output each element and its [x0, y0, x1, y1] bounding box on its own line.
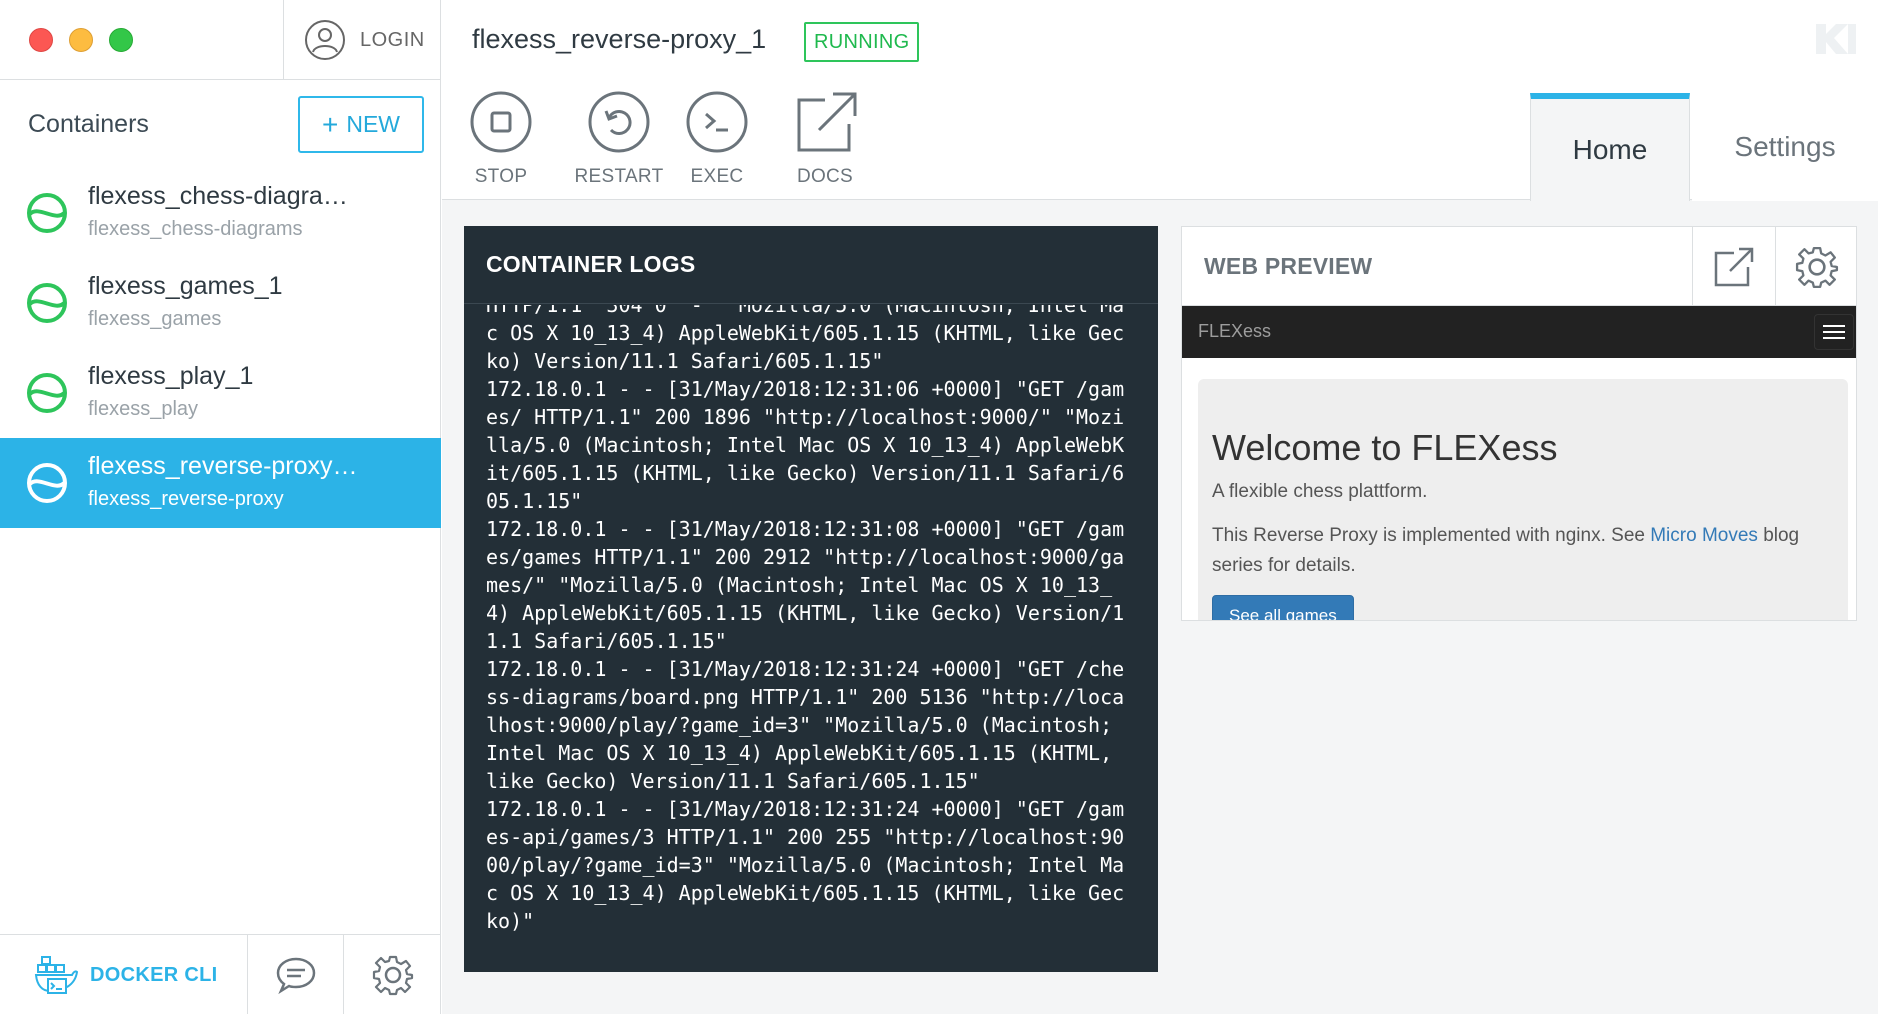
- containers-header: Containers + NEW: [0, 80, 441, 168]
- new-label: NEW: [346, 111, 401, 137]
- open-in-browser-button[interactable]: [1692, 227, 1775, 306]
- chat-bubble-icon: [276, 957, 315, 995]
- plus-icon: +: [321, 108, 339, 140]
- site-paragraph-text: This Reverse Proxy is implemented with n…: [1212, 525, 1651, 546]
- preview-settings-button[interactable]: [1775, 227, 1856, 306]
- login-button[interactable]: LOGIN: [283, 0, 441, 80]
- window-minimize-button[interactable]: [69, 28, 93, 52]
- status-badge: RUNNING: [804, 22, 920, 62]
- container-item[interactable]: flexess_games_1 flexess_games: [0, 258, 441, 348]
- tab-settings[interactable]: Settings: [1692, 93, 1878, 201]
- container-image: flexess_reverse-proxy: [88, 488, 284, 510]
- logs-title: CONTAINER LOGS: [464, 226, 1158, 304]
- running-container-icon: [27, 373, 67, 413]
- container-item[interactable]: flexess_play_1 flexess_play: [0, 348, 441, 438]
- web-preview-header: WEB PREVIEW: [1182, 227, 1856, 306]
- stop-button[interactable]: STOP: [456, 90, 546, 188]
- gear-icon: [372, 955, 413, 996]
- user-icon: [305, 20, 345, 60]
- main-area: flexess_reverse-proxy_1 RUNNING STOP RES…: [442, 0, 1878, 1014]
- micro-moves-link[interactable]: Micro Moves: [1650, 525, 1758, 546]
- container-image: flexess_play: [88, 398, 199, 420]
- docs-button[interactable]: DOCS: [780, 90, 870, 188]
- docker-cli-button[interactable]: DOCKER CLI: [0, 935, 248, 1014]
- site-heading: Welcome to FLEXess: [1212, 427, 1558, 468]
- exec-button[interactable]: EXEC: [672, 90, 762, 188]
- sidebar: LOGIN Containers + NEW flexess_chess-dia…: [0, 0, 441, 1014]
- preferences-button[interactable]: [344, 935, 441, 1014]
- running-container-icon: [27, 463, 67, 503]
- kitematic-logo-icon: [1816, 24, 1856, 54]
- container-image: flexess_chess-diagrams: [88, 218, 303, 240]
- stop-label: STOP: [474, 166, 528, 187]
- container-name: flexess_chess-diagra…: [88, 182, 348, 210]
- logs-scroll-area[interactable]: HTTP/1.1" 304 0 "-" "Mozilla/5.0 (Macint…: [464, 305, 1158, 972]
- stop-icon: [470, 91, 532, 153]
- running-container-icon: [27, 193, 67, 233]
- docker-cli-label: DOCKER CLI: [90, 963, 218, 986]
- container-name: flexess_games_1: [88, 272, 283, 300]
- container-image: flexess_games: [88, 308, 222, 330]
- web-preview-title: WEB PREVIEW: [1204, 253, 1373, 279]
- tab-home[interactable]: Home: [1530, 93, 1690, 201]
- terminal-icon: [686, 91, 748, 153]
- site-jumbotron: Welcome to FLEXess A flexible chess plat…: [1198, 379, 1848, 620]
- docs-label: DOCS: [796, 166, 854, 187]
- external-link-icon: [797, 92, 857, 152]
- container-header: flexess_reverse-proxy_1 RUNNING STOP RES…: [442, 0, 1878, 201]
- login-label: LOGIN: [360, 28, 425, 51]
- sidebar-top-bar: LOGIN: [0, 0, 441, 80]
- feedback-button[interactable]: [248, 935, 344, 1014]
- containers-title: Containers: [28, 110, 149, 138]
- running-container-icon: [27, 283, 67, 323]
- web-preview-panel: WEB PREVIEW FLEXess Welcome to FLEXess A…: [1181, 226, 1857, 621]
- exec-label: EXEC: [690, 166, 744, 187]
- container-logs-panel: CONTAINER LOGS HTTP/1.1" 304 0 "-" "Mozi…: [464, 226, 1158, 972]
- gear-icon: [1795, 246, 1839, 288]
- window-zoom-button[interactable]: [109, 28, 133, 52]
- container-list: flexess_chess-diagra… flexess_chess-diag…: [0, 168, 441, 528]
- hamburger-menu-icon[interactable]: [1814, 314, 1854, 350]
- restart-icon: [588, 91, 650, 153]
- restart-label: RESTART: [574, 166, 664, 187]
- site-paragraph: This Reverse Proxy is implemented with n…: [1212, 521, 1834, 581]
- external-link-icon: [1714, 247, 1754, 286]
- logs-text: HTTP/1.1" 304 0 "-" "Mozilla/5.0 (Macint…: [486, 305, 1125, 933]
- container-item-selected[interactable]: flexess_reverse-proxy… flexess_reverse-p…: [0, 438, 441, 528]
- site-lead: A flexible chess plattform.: [1212, 481, 1428, 502]
- site-navbar: FLEXess: [1182, 306, 1856, 358]
- new-container-button[interactable]: + NEW: [298, 96, 424, 153]
- see-all-games-button[interactable]: See all games: [1212, 595, 1354, 620]
- restart-button[interactable]: RESTART: [564, 90, 674, 188]
- docker-cli-icon: [34, 956, 78, 994]
- container-item[interactable]: flexess_chess-diagra… flexess_chess-diag…: [0, 168, 441, 258]
- container-name: flexess_play_1: [88, 362, 254, 390]
- container-title: flexess_reverse-proxy_1: [472, 24, 767, 54]
- sidebar-footer: DOCKER CLI: [0, 934, 441, 1014]
- window-close-button[interactable]: [29, 28, 53, 52]
- container-name: flexess_reverse-proxy…: [88, 452, 358, 480]
- site-brand[interactable]: FLEXess: [1198, 321, 1271, 342]
